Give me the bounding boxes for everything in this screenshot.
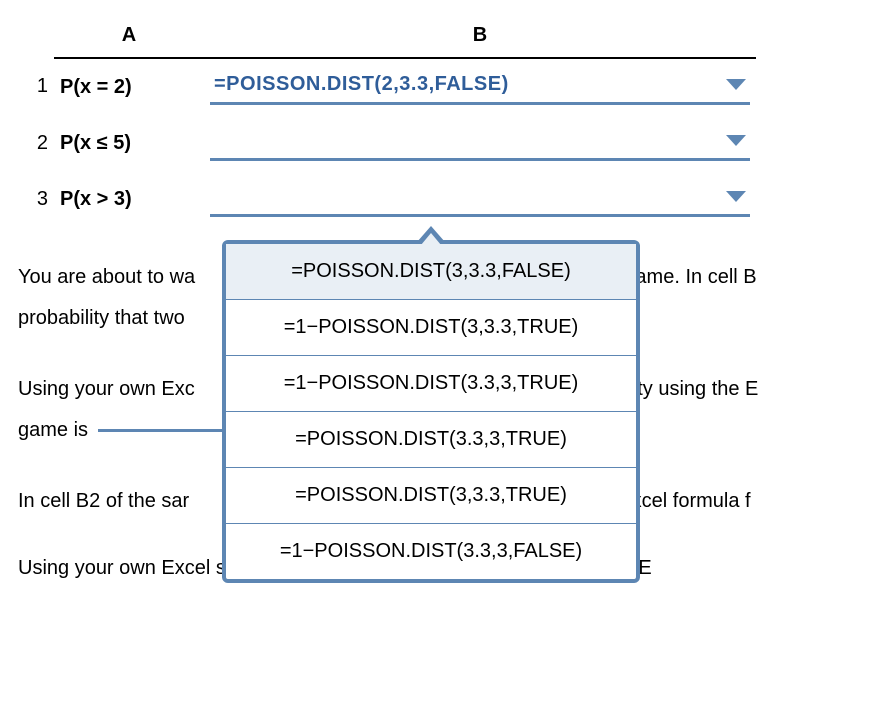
formula-dropdown-b3[interactable] xyxy=(210,181,750,217)
dropdown-option[interactable]: =POISSON.DIST(3.3,3,TRUE) xyxy=(226,411,636,467)
row-number: 2 xyxy=(18,115,54,171)
row-number: 3 xyxy=(18,171,54,227)
dropdown-option[interactable]: =1−POISSON.DIST(3.3,3,FALSE) xyxy=(226,523,636,579)
chevron-down-icon xyxy=(726,79,746,90)
dropdown-option[interactable]: =1−POISSON.DIST(3,3.3,TRUE) xyxy=(226,299,636,355)
dropdown-option[interactable]: =POISSON.DIST(3,3.3,TRUE) xyxy=(226,467,636,523)
probability-label: P(x = 2) xyxy=(54,58,204,115)
table-row: 2 P(x ≤ 5) xyxy=(18,115,756,171)
chevron-down-icon xyxy=(726,135,746,146)
dropdown-option[interactable]: =1−POISSON.DIST(3.3,3,TRUE) xyxy=(226,355,636,411)
col-header-b: B xyxy=(204,18,756,58)
formula-dropdown-b2[interactable] xyxy=(210,125,750,161)
formula-options-dropdown: =POISSON.DIST(3,3.3,FALSE) =1−POISSON.DI… xyxy=(222,240,640,583)
chevron-down-icon xyxy=(726,191,746,202)
row-number: 1 xyxy=(18,58,54,115)
table-row: 1 P(x = 2) =POISSON.DIST(2,3.3,FALSE) xyxy=(18,58,756,115)
table-row: 3 P(x > 3) xyxy=(18,171,756,227)
dropdown-option[interactable]: =POISSON.DIST(3,3.3,FALSE) xyxy=(226,244,636,299)
probability-label: P(x ≤ 5) xyxy=(54,115,204,171)
formula-dropdown-b1[interactable]: =POISSON.DIST(2,3.3,FALSE) xyxy=(210,69,750,105)
formula-table: A B 1 P(x = 2) =POISSON.DIST(2,3.3,FALSE… xyxy=(18,18,756,227)
col-header-a: A xyxy=(54,18,204,58)
probability-label: P(x > 3) xyxy=(54,171,204,227)
formula-text: =POISSON.DIST(2,3.3,FALSE) xyxy=(214,73,509,96)
